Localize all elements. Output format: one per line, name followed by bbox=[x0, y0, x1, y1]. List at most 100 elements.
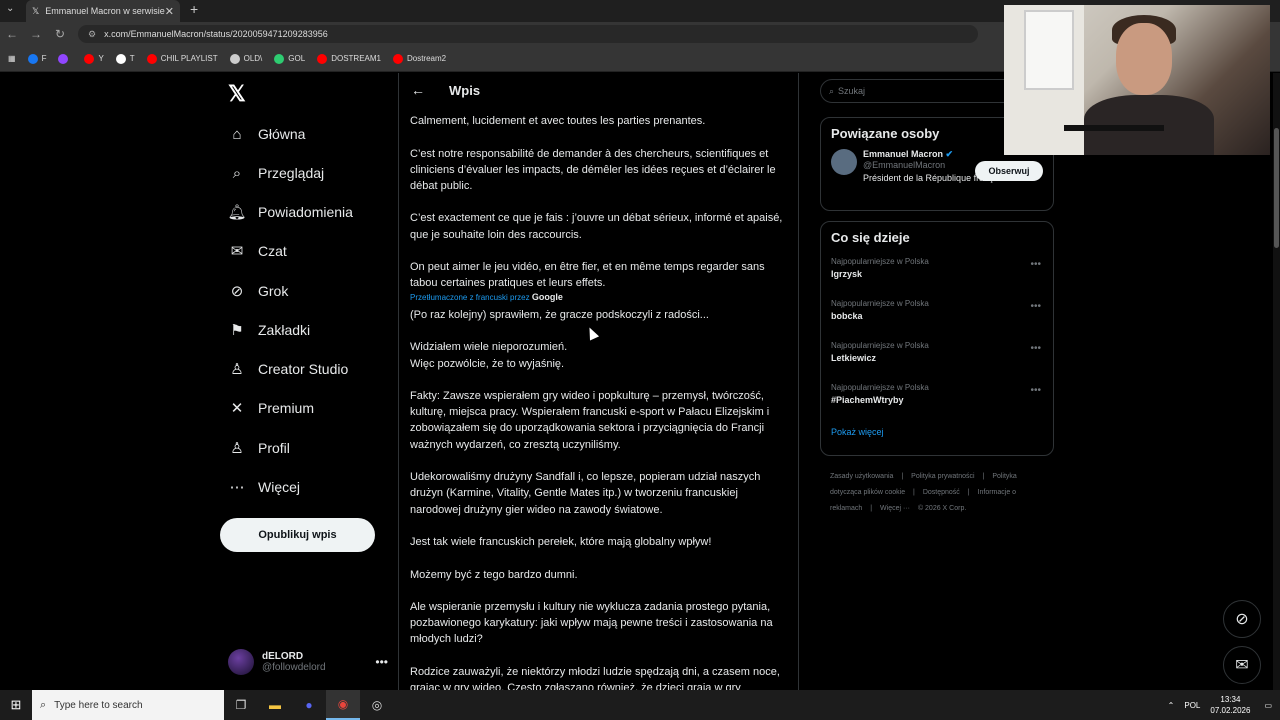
verified-badge-icon: ✔ bbox=[945, 149, 954, 159]
more-icon[interactable]: ••• bbox=[1030, 385, 1041, 396]
trend-item[interactable]: Najpopularniejsze w Polska Igrzysk ••• bbox=[821, 253, 1053, 295]
left-navigation: 𝕏 ⌂ Główna ⌕ Przeglądaj 🔔︎ Powiadomienia ✉ Czat… bbox=[220, 73, 398, 690]
follow-button[interactable]: Obserwuj bbox=[975, 161, 1043, 181]
footer-link[interactable]: Dostępność bbox=[923, 489, 960, 496]
search-icon: ⌕ bbox=[829, 85, 835, 96]
bookmark-item[interactable]: T bbox=[115, 53, 135, 64]
new-tab-icon[interactable]: + bbox=[190, 1, 198, 17]
bookmark-item[interactable]: OLD\ bbox=[229, 53, 262, 64]
bookmark-favicon-icon bbox=[115, 53, 126, 64]
footer-link[interactable]: Zasady użytkowania bbox=[830, 473, 893, 480]
more-icon[interactable]: ••• bbox=[375, 655, 388, 669]
translation-paragraph: Widziałem wiele nieporozumień. Więc pozw… bbox=[410, 341, 568, 370]
trend-item[interactable]: Najpopularniejsze w Polska Letkiewicz ••• bbox=[821, 337, 1053, 379]
bookmark-icon: ⚑ bbox=[230, 322, 244, 339]
nav-item-4[interactable]: ✉ Czat bbox=[228, 236, 287, 266]
footer-link[interactable]: © 2026 X Corp. bbox=[918, 505, 966, 512]
x-favicon-icon: 𝕏 bbox=[32, 5, 40, 16]
bookmark-item[interactable]: Dostream2 bbox=[392, 53, 447, 64]
post-paragraph: Calmement, lucidement et avec toutes les… bbox=[410, 115, 706, 127]
post-paragraph: On peut aimer le jeu vidéo, en être fier… bbox=[410, 261, 765, 290]
footer-link[interactable]: Więcej ··· bbox=[880, 505, 910, 512]
trend-topic: Igrzysk bbox=[831, 269, 863, 279]
publish-button[interactable]: Opublikuj wpis bbox=[220, 518, 375, 552]
nav-item-9[interactable]: ♙ Profil bbox=[228, 433, 290, 463]
grok-fab-icon[interactable]: ⊘ bbox=[1223, 600, 1261, 638]
scrollbar-thumb[interactable] bbox=[1274, 128, 1279, 248]
site-info-icon[interactable]: ⚙ bbox=[88, 29, 96, 40]
messages-fab-icon[interactable]: ✉ bbox=[1223, 646, 1261, 684]
nav-item-5[interactable]: ⊘ Grok bbox=[228, 276, 289, 306]
bookmark-item[interactable]: GOL bbox=[274, 53, 306, 64]
chrome-icon[interactable]: ◉ bbox=[326, 690, 360, 720]
clock[interactable]: 13:34 07.02.2026 bbox=[1210, 694, 1250, 716]
nav-item-6[interactable]: ⚑ Zakładki bbox=[228, 315, 310, 345]
close-tab-icon[interactable]: ✕ bbox=[165, 5, 174, 18]
file-explorer-icon[interactable]: ▬ bbox=[258, 690, 292, 720]
more-icon[interactable]: ••• bbox=[1030, 343, 1041, 354]
notifications-icon[interactable]: ▭ bbox=[1264, 701, 1272, 710]
more-icon[interactable]: ••• bbox=[1030, 301, 1041, 312]
nav-item-10[interactable]: ⋯ Więcej bbox=[228, 472, 301, 502]
bookmark-item[interactable]: CHIL PLAYLIST bbox=[146, 53, 218, 64]
nav-item-8[interactable]: ✕ Premium bbox=[228, 393, 314, 423]
post-paragraph: C’est exactement ce que je fais : j’ouvr… bbox=[410, 212, 783, 241]
more-icon: ⋯ bbox=[229, 479, 245, 496]
bookmark-item[interactable] bbox=[58, 53, 72, 64]
bookmark-item[interactable]: Y bbox=[84, 53, 104, 64]
translation-paragraph: Fakty: Zawsze wspierałem gry wideo i pop… bbox=[410, 390, 770, 451]
trend-context: Najpopularniejsze w Polska bbox=[831, 299, 929, 308]
x-icon: ✕ bbox=[230, 400, 244, 417]
windows-start-icon[interactable]: ⊞ bbox=[0, 697, 32, 713]
post-header: ← Wpis bbox=[399, 73, 798, 107]
bookmark-label: Dostream2 bbox=[406, 54, 447, 63]
translated-by-label[interactable]: Przetłumaczone z francuski przez Google bbox=[410, 292, 790, 303]
browser-tab[interactable]: 𝕏 Emmanuel Macron w serwisie X ✕ bbox=[26, 0, 180, 22]
taskbar-search-input[interactable]: ⌕ Type here to search bbox=[32, 690, 224, 720]
webcam-overlay bbox=[1004, 5, 1270, 155]
person-name: Emmanuel Macron bbox=[863, 149, 944, 159]
tab-search-icon[interactable]: ⌄ bbox=[6, 3, 14, 14]
account-switcher[interactable]: dELORD @followdelord ••• bbox=[228, 647, 388, 677]
trend-item[interactable]: Najpopularniejsze w Polska bobcka ••• bbox=[821, 295, 1053, 337]
x-logo-icon[interactable]: 𝕏 bbox=[228, 81, 246, 107]
bookmark-item[interactable]: DOSTREAM1 bbox=[317, 53, 381, 64]
obs-icon[interactable]: ◎ bbox=[360, 690, 394, 720]
nav-item-7[interactable]: ♙ Creator Studio bbox=[228, 354, 348, 384]
translated-text: Przetłumaczone z francuski przez bbox=[410, 292, 530, 302]
bookmark-favicon-icon bbox=[392, 53, 403, 64]
task-view-icon[interactable]: ❐ bbox=[224, 690, 258, 720]
back-arrow-icon[interactable]: ← bbox=[411, 82, 425, 98]
bell-icon: 🔔︎ bbox=[227, 204, 247, 221]
trend-topic: Letkiewicz bbox=[831, 353, 877, 363]
nav-item-1[interactable]: ⌂ Główna bbox=[228, 119, 305, 149]
bookmark-item[interactable]: F bbox=[27, 53, 46, 64]
url-field[interactable]: ⚙ x.com/EmmanuelMacron/status/2020059471… bbox=[78, 25, 978, 43]
main-column: ← Wpis Calmement, lucidement et avec tou… bbox=[398, 73, 799, 690]
nav-item-label: Powiadomienia bbox=[258, 204, 353, 220]
discord-icon[interactable]: ● bbox=[292, 690, 326, 720]
trend-item[interactable]: Najpopularniejsze w Polska #PiachemWtryby… bbox=[821, 379, 1053, 421]
translation-paragraph: Rodzice zauważyli, że niektórzy młodzi l… bbox=[410, 665, 780, 690]
bookmark-favicon-icon bbox=[274, 53, 285, 64]
bookmark-favicon-icon bbox=[58, 53, 69, 64]
tray-chevron-icon[interactable]: ⌃ bbox=[1168, 701, 1175, 710]
apps-icon[interactable]: ▦ bbox=[8, 54, 16, 63]
nav-item-3[interactable]: 🔔︎ Powiadomienia bbox=[227, 197, 353, 227]
more-icon[interactable]: ••• bbox=[1030, 259, 1041, 270]
bookmark-label: GOL bbox=[288, 54, 306, 63]
language-indicator[interactable]: POL bbox=[1184, 701, 1200, 710]
creator-icon: ♙ bbox=[230, 361, 244, 378]
back-icon[interactable]: ← bbox=[0, 27, 24, 41]
tab-title: Emmanuel Macron w serwisie X bbox=[45, 6, 165, 16]
reload-icon[interactable]: ↻ bbox=[48, 27, 72, 41]
translation-paragraph: Ale wspieranie przemysłu i kultury nie w… bbox=[410, 601, 773, 646]
footer-link[interactable]: Polityka prywatności bbox=[911, 473, 974, 480]
nav-item-2[interactable]: ⌕ Przeglądaj bbox=[228, 158, 324, 188]
scrollbar[interactable] bbox=[1273, 73, 1280, 690]
show-more-link[interactable]: Pokaż więcej bbox=[821, 421, 1053, 447]
clock-time: 13:34 bbox=[1220, 695, 1241, 704]
forward-icon[interactable]: → bbox=[24, 27, 48, 41]
trend-topic: bobcka bbox=[831, 311, 863, 321]
bookmark-label: Y bbox=[98, 54, 104, 63]
